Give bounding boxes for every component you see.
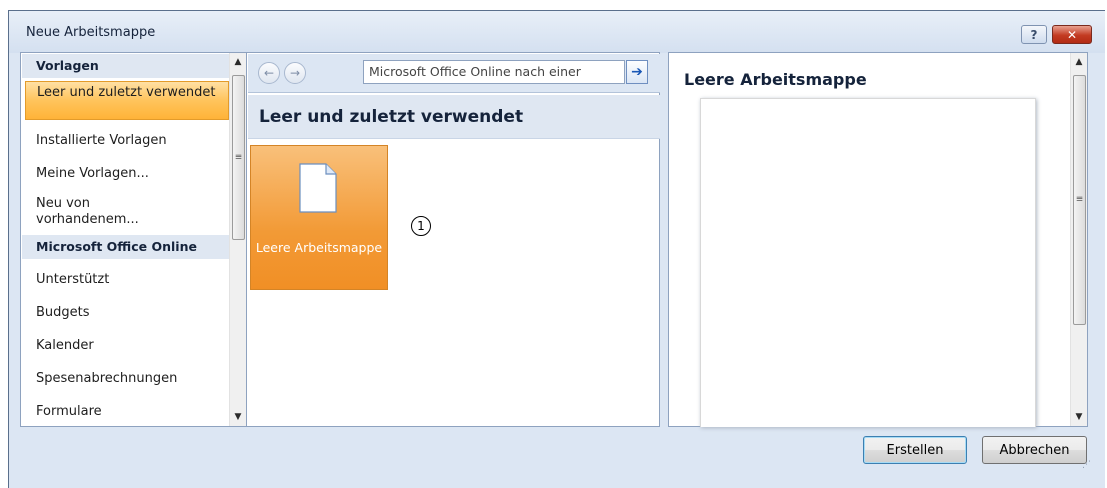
cancel-button[interactable]: Abbrechen [982, 436, 1087, 464]
sidebar-item-featured[interactable]: Unterstützt [25, 272, 229, 288]
sidebar-scroll-thumb[interactable]: ≡ [232, 75, 245, 240]
sidebar-scrollbar[interactable]: ▲ ≡ ▼ [229, 53, 246, 426]
sidebar-item-calendars[interactable]: Kalender [25, 338, 229, 354]
grip-icon: ≡ [234, 152, 243, 162]
close-button[interactable]: ✕ [1052, 25, 1092, 44]
preview-scroll-thumb[interactable]: ≡ [1073, 75, 1086, 325]
resize-grip-icon[interactable]: ⋰ [1082, 461, 1091, 470]
help-icon: ? [1030, 27, 1038, 42]
preview-page [700, 98, 1036, 427]
category-header-templates: Vorlagen [22, 54, 230, 78]
blank-workbook-template[interactable]: Leere Arbeitsmappe [250, 145, 388, 290]
online-search-bar: ← → Microsoft Office Online nach einer ➔ [248, 54, 660, 93]
help-button[interactable]: ? [1021, 25, 1047, 44]
search-go-button[interactable]: ➔ [626, 60, 648, 84]
scroll-up-icon[interactable]: ▲ [230, 53, 246, 71]
create-button[interactable]: Erstellen [863, 436, 967, 464]
sidebar-item-forms[interactable]: Formulare [25, 404, 229, 420]
search-input[interactable]: Microsoft Office Online nach einer [363, 60, 625, 84]
back-button[interactable]: ← [258, 62, 280, 84]
close-icon: ✕ [1066, 27, 1078, 42]
scroll-down-icon[interactable]: ▼ [1071, 408, 1087, 426]
template-categories-panel: Vorlagen Leer und zuletzt verwendet Inst… [20, 52, 246, 427]
preview-scrollbar[interactable]: ▲ ≡ ▼ [1070, 53, 1087, 426]
go-arrow-icon: ➔ [631, 64, 643, 80]
scroll-up-icon[interactable]: ▲ [1071, 53, 1087, 71]
preview-panel: Leere Arbeitsmappe ▲ ≡ ▼ [668, 52, 1088, 427]
templates-panel: ← → Microsoft Office Online nach einer ➔… [246, 52, 660, 427]
preview-title: Leere Arbeitsmappe [684, 70, 867, 89]
grip-icon: ≡ [1075, 194, 1084, 205]
forward-arrow-icon: → [289, 66, 301, 80]
document-icon [299, 163, 337, 213]
dialog-title: Neue Arbeitsmappe [26, 25, 156, 40]
back-arrow-icon: ← [263, 66, 275, 80]
category-header-office-online: Microsoft Office Online [22, 235, 230, 259]
sidebar-item-my-templates[interactable]: Meine Vorlagen... [25, 166, 229, 182]
sidebar-item-budgets[interactable]: Budgets [25, 305, 229, 321]
template-label: Leere Arbeitsmappe [255, 240, 383, 255]
title-bar: Neue Arbeitsmappe ? ✕ [9, 11, 1105, 53]
sidebar-item-new-from-existing[interactable]: Neu von vorhandenem... [25, 196, 175, 228]
scroll-down-icon[interactable]: ▼ [230, 408, 246, 426]
forward-button[interactable]: → [284, 62, 306, 84]
sidebar-item-blank-recent[interactable]: Leer und zuletzt verwendet [25, 81, 229, 120]
sidebar-item-expense-reports[interactable]: Spesenabrechnungen [25, 371, 229, 387]
section-title: Leer und zuletzt verwendet [248, 95, 660, 139]
sidebar-item-installed-templates[interactable]: Installierte Vorlagen [25, 133, 229, 149]
callout-marker: 1 [411, 216, 431, 236]
